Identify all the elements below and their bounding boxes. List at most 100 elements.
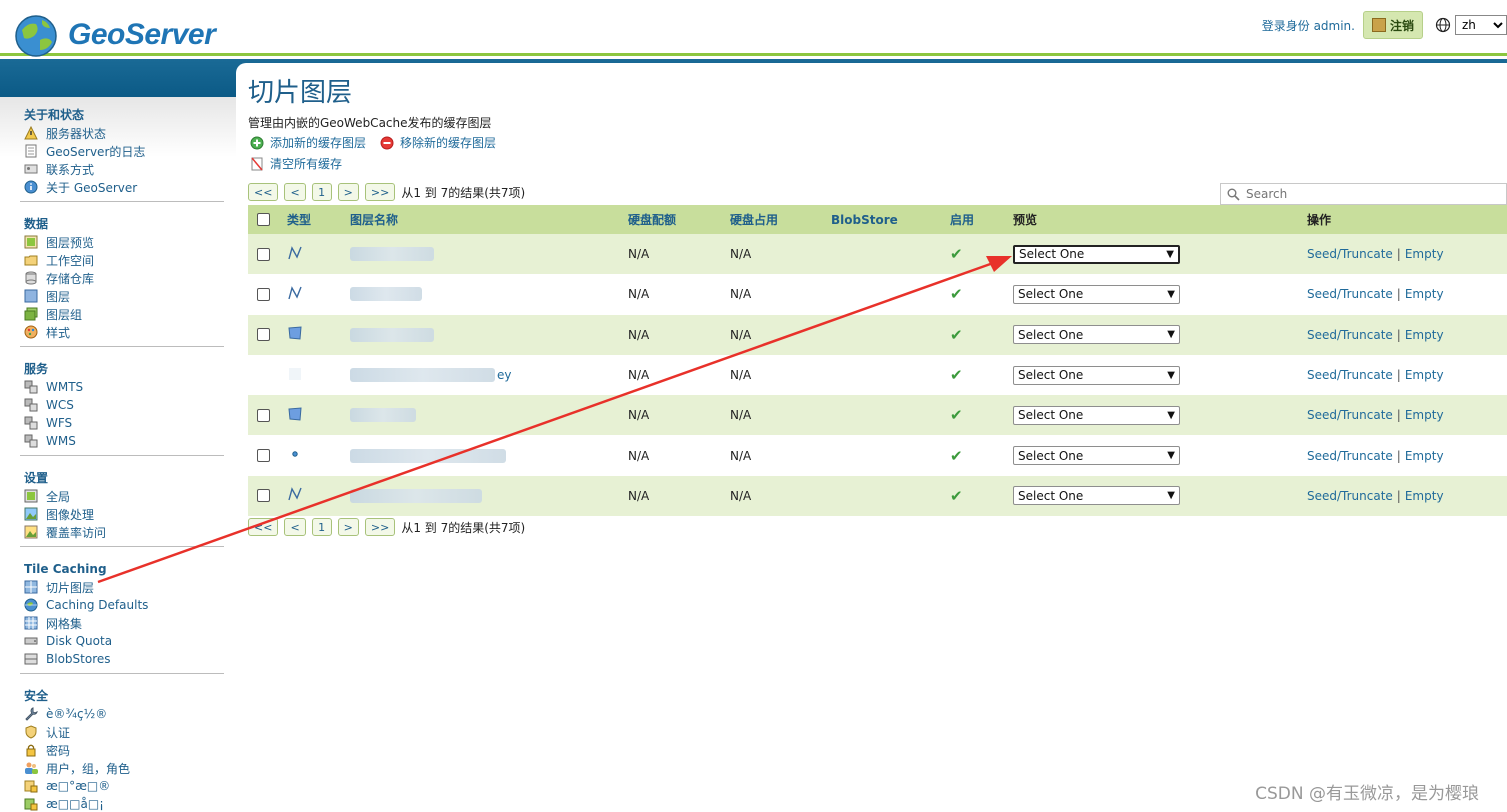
redacted-layer-name[interactable] (350, 408, 416, 423)
sidebar-item[interactable]: 图层 (20, 287, 224, 305)
sidebar-item[interactable]: 切片图层 (20, 578, 224, 596)
sidebar-item-label: æ□°æ□® (46, 779, 111, 793)
seed-truncate-link[interactable]: Seed/Truncate (1307, 449, 1393, 463)
preview-select[interactable]: Select One ▼ (1013, 405, 1180, 425)
pager-last-button[interactable]: >> (364, 183, 396, 201)
sidebar-item[interactable]: 密码 (20, 741, 224, 759)
sidebar-item[interactable]: WMS (20, 432, 224, 450)
sidebar-divider (20, 546, 224, 547)
sidebar-item[interactable]: 图层组 (20, 305, 224, 323)
sidebar-item[interactable]: WMTS (20, 378, 224, 396)
preview-select[interactable]: Select One ▼ (1013, 325, 1180, 345)
empty-link[interactable]: Empty (1405, 449, 1444, 463)
sidebar-section-title: 关于和状态 (24, 108, 85, 122)
sidebar-item[interactable]: 覆盖率访问 (20, 523, 224, 541)
clear-all-cache-link[interactable]: 清空所有缓存 (250, 155, 342, 172)
sidebar-item[interactable]: 样式 (20, 323, 224, 341)
seed-truncate-link[interactable]: Seed/Truncate (1307, 489, 1393, 503)
pager-last-button[interactable]: >> (364, 518, 396, 536)
sidebar-item[interactable]: è®¾ç½® (20, 705, 224, 723)
sidebar-item[interactable]: 关于 GeoServer (20, 178, 224, 196)
col-disk-quota-header[interactable]: 硬盘配额 (628, 205, 730, 234)
preview-select[interactable]: Select One ▼ (1013, 284, 1180, 304)
empty-link[interactable]: Empty (1405, 408, 1444, 422)
layer-name-suffix[interactable]: ey (497, 368, 511, 382)
preview-select[interactable]: Select One ▼ (1013, 446, 1180, 466)
col-enabled-header[interactable]: 启用 (950, 205, 1013, 234)
seed-truncate-link[interactable]: Seed/Truncate (1307, 287, 1393, 301)
pager-first-button[interactable]: << (248, 183, 279, 201)
preview-select-value: Select One (1018, 368, 1084, 383)
sidebar-item[interactable]: 存储仓库 (20, 269, 224, 287)
sidebar-item[interactable]: WCS (20, 396, 224, 414)
seed-truncate-link[interactable]: Seed/Truncate (1307, 328, 1393, 342)
empty-link[interactable]: Empty (1405, 287, 1444, 301)
sidebar-item[interactable]: Caching Defaults (20, 596, 224, 614)
empty-link[interactable]: Empty (1405, 247, 1444, 261)
sidebar-item[interactable]: WFS (20, 414, 224, 432)
search-box (1220, 183, 1507, 205)
action-separator: | (1396, 327, 1401, 342)
disk-usage-cell: N/A (730, 247, 752, 262)
sidebar-item[interactable]: æ□□å□¡ (20, 795, 224, 812)
sidebar-item[interactable]: GeoServer的日志 (20, 142, 224, 160)
sidebar-item[interactable]: 认证 (20, 723, 224, 741)
geoserver-logo[interactable]: GeoServer (12, 10, 216, 60)
seed-truncate-link[interactable]: Seed/Truncate (1307, 368, 1393, 382)
preview-select-value: Select One (1018, 327, 1084, 342)
sidebar-item[interactable]: 联系方式 (20, 160, 224, 178)
remove-cached-layer-link[interactable]: 移除新的缓存图层 (380, 134, 496, 151)
sidebar-item[interactable]: 工作空间 (20, 251, 224, 269)
sidebar-item[interactable]: 全局 (20, 487, 224, 505)
pager-first-button[interactable]: << (248, 518, 279, 536)
redacted-layer-name[interactable] (350, 488, 482, 503)
disk-usage-cell: N/A (730, 327, 752, 342)
sidebar-item[interactable]: 网格集 (20, 614, 224, 632)
sidebar-item[interactable]: Disk Quota (20, 632, 224, 650)
sidebar-item[interactable]: æ□°æ□® (20, 777, 224, 795)
language-select[interactable]: zh (1455, 15, 1507, 35)
redacted-layer-name[interactable] (350, 327, 434, 342)
disk-quota-cell: N/A (628, 368, 650, 383)
sidebar-item-label: 全局 (46, 489, 71, 504)
select-all-checkbox[interactable] (257, 213, 270, 226)
preview-select[interactable]: Select One ▼ (1013, 244, 1180, 264)
redacted-layer-name[interactable] (350, 247, 434, 262)
search-input[interactable] (1246, 187, 1486, 201)
table-row: N/A N/A ✔ Select One ▼ Seed/Truncate | Empty (248, 274, 1507, 315)
preview-select[interactable]: Select One ▼ (1013, 486, 1180, 506)
sidebar-item[interactable]: 图层预览 (20, 233, 224, 251)
col-disk-usage-header[interactable]: 硬盘占用 (730, 205, 831, 234)
enabled-check-icon: ✔ (950, 285, 963, 304)
empty-link[interactable]: Empty (1405, 489, 1444, 503)
redacted-layer-name[interactable] (350, 448, 506, 463)
sidebar-item[interactable]: 图像处理 (20, 505, 224, 523)
col-type-header[interactable]: 类型 (287, 205, 350, 234)
add-cached-layer-link[interactable]: 添加新的缓存图层 (250, 134, 366, 151)
login-status: 登录身份 admin. (1261, 18, 1355, 33)
col-name-header[interactable]: 图层名称 (350, 205, 628, 234)
sidebar-item[interactable]: BlobStores (20, 650, 224, 668)
empty-link[interactable]: Empty (1405, 368, 1444, 382)
sidebar-section-title: 数据 (24, 217, 49, 231)
pager-page-button[interactable]: 1 (311, 518, 332, 536)
pager-page-button[interactable]: 1 (311, 183, 332, 201)
redacted-layer-name[interactable] (350, 287, 422, 302)
sidebar-item[interactable]: 服务器状态 (20, 124, 224, 142)
logout-button[interactable]: 注销 (1362, 11, 1423, 39)
action-separator: | (1396, 488, 1401, 503)
seed-truncate-link[interactable]: Seed/Truncate (1307, 408, 1393, 422)
preview-select[interactable]: Select One ▼ (1013, 365, 1180, 385)
sidebar-item[interactable]: 用户，组，角色 (20, 759, 224, 777)
point-layer-icon (292, 451, 298, 457)
action-separator: | (1396, 368, 1401, 383)
col-blobstore-header[interactable]: BlobStore (831, 205, 950, 234)
pager-next-button[interactable]: > (337, 518, 359, 536)
pager-next-button[interactable]: > (337, 183, 359, 201)
pager-prev-button[interactable]: < (284, 518, 306, 536)
seed-truncate-link[interactable]: Seed/Truncate (1307, 247, 1393, 261)
empty-link[interactable]: Empty (1405, 328, 1444, 342)
redacted-layer-name[interactable] (350, 368, 495, 383)
pager-prev-button[interactable]: < (284, 183, 306, 201)
preview-select-value: Select One (1018, 408, 1084, 423)
